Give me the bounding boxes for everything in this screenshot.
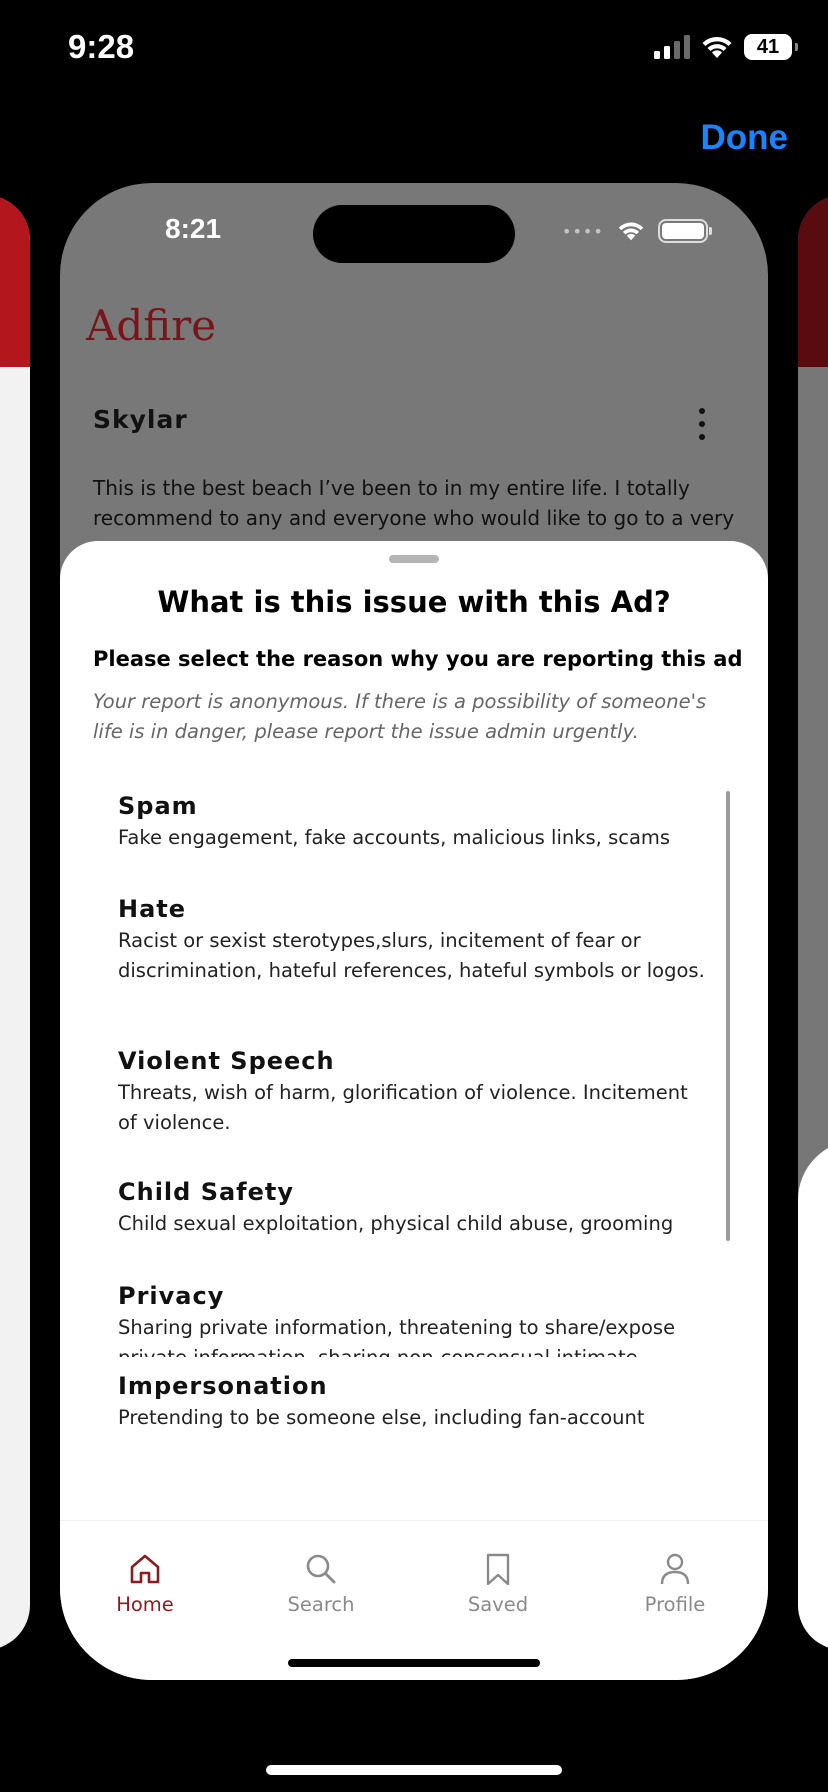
scrollbar[interactable] (726, 791, 730, 1241)
person-icon (660, 1553, 690, 1585)
report-sheet: What is this issue with this Ad? Please … (60, 541, 768, 1680)
reason-description: Pretending to be someone else, including… (118, 1406, 645, 1429)
reason-list[interactable]: Spam Fake engagement, fake accounts, mal… (118, 777, 708, 1357)
inner-status-icons: •••• (562, 219, 712, 243)
reason-title: Child Safety (118, 1178, 295, 1206)
reason-title: Spam (118, 792, 198, 820)
reason-title: Impersonation (118, 1372, 328, 1400)
signal-dots-icon: •••• (562, 221, 604, 241)
tab-saved[interactable]: Saved (433, 1521, 563, 1631)
reason-violent-speech[interactable]: Violent Speech Threats, wish of harm, gl… (118, 1046, 708, 1138)
wifi-icon (702, 36, 732, 58)
reason-spam[interactable]: Spam Fake engagement, fake accounts, mal… (118, 791, 708, 853)
wifi-icon (618, 222, 644, 241)
done-button[interactable]: Done (701, 118, 789, 158)
search-icon (306, 1554, 336, 1584)
inner-status-time: 8:21 (165, 213, 222, 244)
next-app-card[interactable] (798, 195, 828, 1650)
dynamic-island (313, 205, 515, 263)
tab-label: Saved (467, 1593, 529, 1616)
tab-search[interactable]: Search (256, 1521, 386, 1631)
reason-description: Child sexual exploitation, physical chil… (118, 1212, 674, 1235)
status-time: 9:28 (68, 28, 135, 65)
reason-title: Privacy (118, 1282, 225, 1310)
inner-home-indicator (288, 1659, 540, 1667)
phone-preview-card: 8:21 •••• Adfire Skylar This is the best… (60, 183, 768, 1680)
tab-home[interactable]: Home (80, 1521, 210, 1631)
reason-title: Violent Speech (118, 1047, 335, 1075)
post-author[interactable]: Skylar (93, 405, 188, 434)
battery-icon (657, 219, 712, 243)
reason-impersonation[interactable]: Impersonation Pretending to be someone e… (118, 1371, 708, 1433)
reason-hate[interactable]: Hate Racist or sexist sterotypes,slurs, … (118, 894, 708, 986)
sheet-title: What is this issue with this Ad? (157, 585, 671, 619)
cellular-signal-icon (654, 35, 690, 59)
sheet-subtitle: Please select the reason why you are rep… (93, 647, 743, 671)
reason-title: Hate (118, 895, 187, 923)
reason-description: Threats, wish of harm, glorification of … (118, 1081, 688, 1134)
app-switcher-screen: 9:28 41 Done 8:21 •••• Adfire Skylar Thi… (0, 0, 828, 1792)
tab-label: Search (287, 1593, 355, 1616)
sheet-grabber[interactable] (389, 555, 439, 563)
tab-bar: Home Search Saved Profile (60, 1520, 768, 1680)
home-indicator[interactable] (266, 1765, 562, 1775)
more-options-icon[interactable] (692, 408, 712, 440)
home-icon (130, 1554, 160, 1584)
anonymous-note: Your report is anonymous. If there is a … (93, 690, 707, 743)
reason-description: Fake engagement, fake accounts, maliciou… (118, 826, 671, 849)
previous-app-card[interactable] (0, 195, 30, 1650)
post-text: This is the best beach I’ve been to in m… (93, 476, 735, 530)
reason-description: Racist or sexist sterotypes,slurs, incit… (118, 929, 705, 982)
status-icons: 41 (654, 34, 798, 60)
tab-label: Profile (644, 1593, 706, 1616)
tab-profile[interactable]: Profile (610, 1521, 740, 1631)
battery-indicator: 41 (744, 34, 798, 60)
reason-list-continued[interactable]: Impersonation Pretending to be someone e… (118, 1357, 708, 1512)
tab-label: Home (116, 1593, 174, 1616)
bookmark-icon (486, 1553, 510, 1585)
reason-privacy[interactable]: Privacy Sharing private information, thr… (118, 1281, 708, 1357)
reason-description: Sharing private information, threatening… (118, 1316, 676, 1357)
app-logo: Adfire (86, 301, 217, 350)
battery-level: 41 (756, 35, 780, 58)
reason-child-safety[interactable]: Child Safety Child sexual exploitation, … (118, 1177, 708, 1239)
